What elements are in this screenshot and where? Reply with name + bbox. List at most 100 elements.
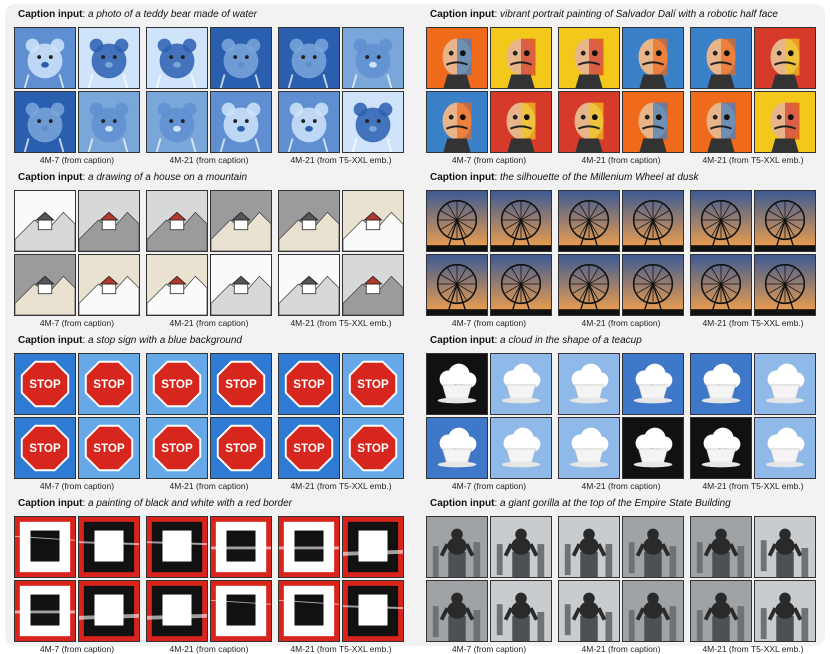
model-label: 4M-7 (from caption) <box>39 318 115 328</box>
generated-image <box>278 580 340 642</box>
generated-image <box>558 91 620 153</box>
generated-image <box>490 417 552 479</box>
generated-image <box>278 27 340 89</box>
model-label: 4M-21 (from caption) <box>169 644 249 654</box>
generated-image <box>690 27 752 89</box>
caption: Caption input: the silhouette of the Mil… <box>430 172 698 183</box>
svg-text:STOP: STOP <box>161 378 193 391</box>
generated-image: STOP <box>210 417 272 479</box>
generated-image <box>278 516 340 578</box>
generated-image: STOP <box>278 353 340 415</box>
generated-image: STOP <box>78 353 140 415</box>
generated-image <box>426 254 488 316</box>
svg-text:STOP: STOP <box>357 378 389 391</box>
generated-image: STOP <box>146 417 208 479</box>
image-group-2: 4M-21 (from T5-XXL emb.) <box>278 516 404 654</box>
caption: Caption input: a stop sign with a blue b… <box>18 335 242 346</box>
generated-image <box>490 190 552 252</box>
generated-image <box>558 190 620 252</box>
generated-image <box>490 580 552 642</box>
image-group-1: 4M-21 (from caption) <box>146 190 272 328</box>
image-group-1: 4M-21 (from caption) <box>558 353 684 491</box>
image-group-0: 4M-7 (from caption) <box>426 190 552 328</box>
image-group-0: 4M-7 (from caption) <box>426 353 552 491</box>
generated-image <box>210 27 272 89</box>
generated-image <box>622 27 684 89</box>
generated-image <box>490 353 552 415</box>
model-label: 4M-21 (from T5-XXL emb.) <box>702 644 804 654</box>
generated-image <box>490 27 552 89</box>
caption-text: a stop sign with a blue background <box>88 335 242 346</box>
generated-image <box>14 27 76 89</box>
panel-teddy-water: Caption input: a photo of a teddy bear m… <box>10 7 408 165</box>
image-group-2: 4M-21 (from T5-XXL emb.) <box>690 27 816 165</box>
generated-image <box>342 91 404 153</box>
generated-image <box>690 254 752 316</box>
generated-image <box>426 580 488 642</box>
generated-image <box>14 190 76 252</box>
generated-image <box>210 516 272 578</box>
caption-prefix: Caption input <box>430 498 495 509</box>
generated-image <box>754 353 816 415</box>
image-group-1: 4M-21 (from caption) <box>558 190 684 328</box>
generated-image <box>622 353 684 415</box>
svg-text:STOP: STOP <box>293 442 325 455</box>
image-group-1: 4M-21 (from caption) <box>558 516 684 654</box>
model-label: 4M-21 (from T5-XXL emb.) <box>290 644 392 654</box>
caption-text: a giant gorilla at the top of the Empire… <box>500 498 731 509</box>
image-group-1: 4M-21 (from caption) <box>146 516 272 654</box>
generated-image <box>210 190 272 252</box>
caption: Caption input: a giant gorilla at the to… <box>430 498 731 509</box>
model-label: 4M-7 (from caption) <box>451 155 527 165</box>
image-group-2: STOP STOP STOP STOP 4M-21 (from T5-XXL em… <box>278 353 404 491</box>
generated-image <box>14 91 76 153</box>
model-label: 4M-21 (from caption) <box>581 644 661 654</box>
figure-canvas: Caption input: a photo of a teddy bear m… <box>5 4 825 654</box>
caption-text: a cloud in the shape of a teacup <box>500 335 642 346</box>
image-group-1: STOP STOP STOP STOP 4M-21 (from caption) <box>146 353 272 491</box>
model-label: 4M-21 (from T5-XXL emb.) <box>702 155 804 165</box>
generated-image <box>558 516 620 578</box>
caption-prefix: Caption input <box>18 172 83 183</box>
generated-image <box>754 254 816 316</box>
generated-image <box>278 254 340 316</box>
generated-image <box>622 190 684 252</box>
svg-text:STOP: STOP <box>161 442 193 455</box>
generated-image <box>754 27 816 89</box>
generated-image <box>690 91 752 153</box>
generated-image: STOP <box>342 353 404 415</box>
svg-text:STOP: STOP <box>29 378 61 391</box>
panel-stop-sign: Caption input: a stop sign with a blue b… <box>10 333 408 491</box>
generated-image <box>690 516 752 578</box>
generated-image <box>426 417 488 479</box>
model-label: 4M-21 (from caption) <box>581 155 661 165</box>
generated-image <box>146 580 208 642</box>
caption-prefix: Caption input <box>430 335 495 346</box>
generated-image <box>14 580 76 642</box>
generated-image <box>146 27 208 89</box>
model-label: 4M-7 (from caption) <box>39 481 115 491</box>
generated-image <box>622 417 684 479</box>
caption-text: vibrant portrait painting of Salvador Da… <box>500 9 778 20</box>
generated-image: STOP <box>78 417 140 479</box>
model-label: 4M-21 (from T5-XXL emb.) <box>290 155 392 165</box>
generated-image <box>558 417 620 479</box>
image-group-0: STOP STOP STOP STOP 4M-7 (from caption) <box>14 353 140 491</box>
caption-text: the silhouette of the Millenium Wheel at… <box>500 172 699 183</box>
generated-image <box>14 516 76 578</box>
model-label: 4M-21 (from T5-XXL emb.) <box>702 481 804 491</box>
model-label: 4M-21 (from T5-XXL emb.) <box>290 481 392 491</box>
caption-prefix: Caption input <box>430 9 495 20</box>
generated-image <box>78 516 140 578</box>
image-group-1: 4M-21 (from caption) <box>146 27 272 165</box>
image-group-2: 4M-21 (from T5-XXL emb.) <box>278 190 404 328</box>
generated-image: STOP <box>278 417 340 479</box>
generated-image <box>210 580 272 642</box>
generated-image <box>78 580 140 642</box>
image-group-2: 4M-21 (from T5-XXL emb.) <box>690 190 816 328</box>
model-label: 4M-7 (from caption) <box>451 318 527 328</box>
model-label: 4M-7 (from caption) <box>39 644 115 654</box>
generated-image: STOP <box>14 353 76 415</box>
generated-image <box>210 91 272 153</box>
model-label: 4M-21 (from caption) <box>581 318 661 328</box>
